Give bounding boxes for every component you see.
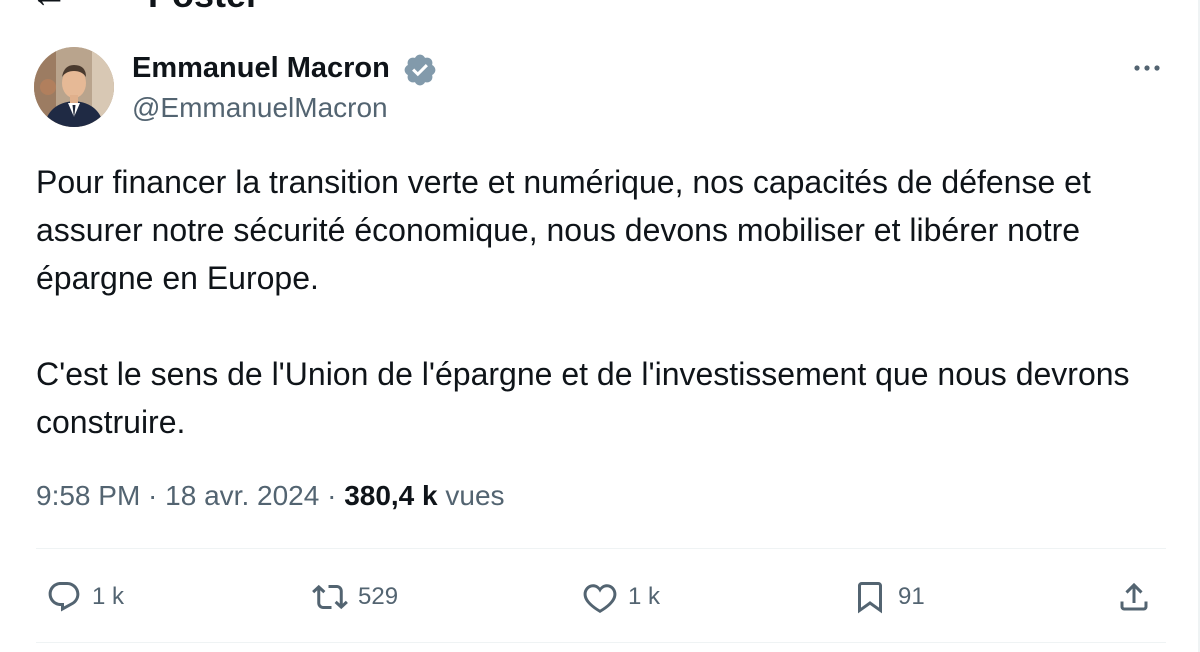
- more-options-icon[interactable]: [1132, 56, 1162, 80]
- views-count[interactable]: 380,4 k: [344, 480, 437, 511]
- repost-icon: [312, 584, 348, 610]
- like-button[interactable]: 1 k: [582, 572, 660, 622]
- repost-button[interactable]: 529: [312, 572, 398, 622]
- header-title: Poster: [148, 0, 260, 14]
- bookmark-icon: [858, 582, 882, 614]
- share-button[interactable]: [1116, 572, 1162, 622]
- tweet-paragraph: Pour financer la transition verte et num…: [36, 164, 1091, 296]
- action-bar: 1 k 529 1 k 91: [36, 572, 1166, 622]
- heart-icon: [583, 584, 617, 614]
- repost-count: 529: [358, 583, 399, 610]
- verified-badge-icon: [402, 52, 438, 88]
- arrow-left-icon[interactable]: ←: [30, 0, 68, 14]
- bookmark-button[interactable]: 91: [852, 572, 925, 622]
- tweet-date[interactable]: 18 avr. 2024: [165, 480, 319, 511]
- views-label: vues: [445, 480, 505, 511]
- tweet-paragraph: C'est le sens de l'Union de l'épargne et…: [36, 356, 1130, 440]
- reply-count: 1 k: [92, 583, 125, 610]
- author-name[interactable]: Emmanuel Macron: [132, 50, 390, 86]
- tweet-time[interactable]: 9:58 PM: [36, 480, 140, 511]
- author-handle[interactable]: @EmmanuelMacron: [132, 90, 388, 126]
- divider: [36, 548, 1166, 549]
- tweet-text: Pour financer la transition verte et num…: [36, 158, 1166, 446]
- meta-separator: ·: [140, 480, 166, 511]
- tweet-detail-page: ← Poster Emmanuel Macron @EmmanuelMacron: [0, 0, 1200, 652]
- bookmark-count: 91: [898, 583, 925, 610]
- divider: [36, 642, 1166, 643]
- avatar[interactable]: [34, 47, 114, 127]
- share-icon: [1120, 582, 1148, 611]
- avatar-image: [34, 47, 114, 127]
- meta-separator: ·: [319, 480, 345, 511]
- top-header: ← Poster: [0, 0, 600, 16]
- reply-icon: [48, 582, 80, 612]
- reply-button[interactable]: 1 k: [46, 572, 124, 622]
- tweet-meta: 9:58 PM · 18 avr. 2024 · 380,4 k vues: [36, 476, 505, 516]
- like-count: 1 k: [628, 583, 661, 610]
